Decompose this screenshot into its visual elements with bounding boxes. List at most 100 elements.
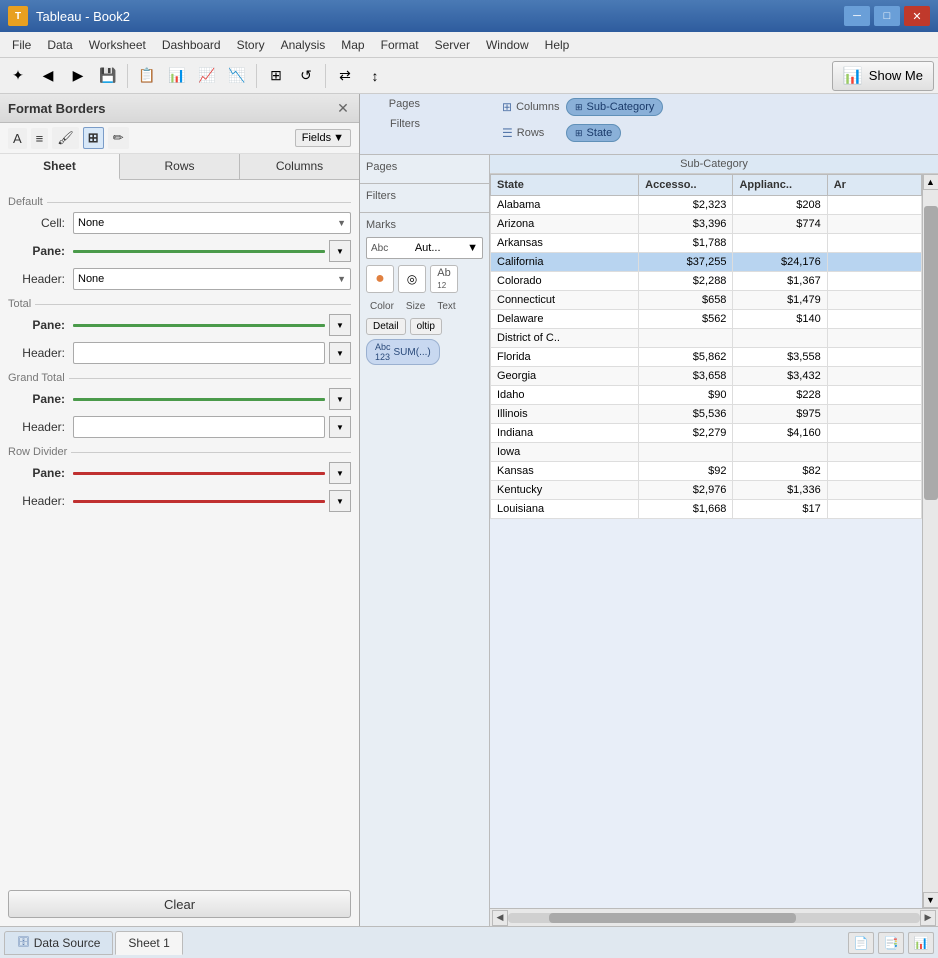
scroll-down-arrow[interactable]: ▼ xyxy=(923,892,938,908)
marks-text-btn[interactable]: Ab12 xyxy=(430,265,458,293)
row-divider-pane-control: ▼ xyxy=(73,462,351,484)
table-scroll[interactable]: State Accesso.. Applianc.. Ar Alabama$2,… xyxy=(490,174,922,908)
toolbar-chart1[interactable]: 📊 xyxy=(163,62,191,90)
minimize-button[interactable]: ─ xyxy=(844,6,870,26)
default-header-dropdown[interactable]: None ▼ xyxy=(73,268,351,290)
menu-analysis[interactable]: Analysis xyxy=(273,36,334,54)
scroll-right-arrow[interactable]: ▶ xyxy=(920,910,936,926)
toolbar-refresh[interactable]: ↺ xyxy=(292,62,320,90)
toolbar-save[interactable]: 💾 xyxy=(94,62,122,90)
table-row: Georgia$3,658$3,432 xyxy=(491,367,922,386)
format-lines-btn[interactable]: ✏ xyxy=(108,127,129,149)
marks-color-btn[interactable]: ● xyxy=(366,265,394,293)
format-font-btn[interactable]: A xyxy=(8,128,27,149)
menu-data[interactable]: Data xyxy=(39,36,80,54)
scroll-thumb[interactable] xyxy=(924,206,938,500)
filters-panel-title: Filters xyxy=(366,190,483,202)
menu-server[interactable]: Server xyxy=(427,36,478,54)
marks-dropdown-arrow-icon: ▼ xyxy=(467,242,478,254)
format-shading-btn[interactable]: 🖌 xyxy=(52,127,79,149)
menu-worksheet[interactable]: Worksheet xyxy=(81,36,154,54)
dropdown-arrow-icon: ▼ xyxy=(337,218,346,228)
total-section-label: Total xyxy=(8,298,351,310)
toolbar-chart3[interactable]: 📉 xyxy=(223,62,251,90)
toolbar-chart2[interactable]: 📈 xyxy=(193,62,221,90)
fields-dropdown[interactable]: Fields ▼ xyxy=(295,129,351,147)
toolbar-back[interactable]: ◀ xyxy=(34,62,62,90)
cell-ar xyxy=(827,291,921,310)
default-cell-dropdown[interactable]: None ▼ xyxy=(73,212,351,234)
cell-appliances: $1,367 xyxy=(733,272,827,291)
duplicate-sheet-button[interactable]: 📑 xyxy=(878,932,904,954)
close-button[interactable]: ✕ xyxy=(904,6,930,26)
menu-map[interactable]: Map xyxy=(333,36,372,54)
h-scroll-thumb[interactable] xyxy=(549,913,796,923)
format-tab-rows[interactable]: Rows xyxy=(120,154,240,179)
row-divider-header-picker[interactable]: ▼ xyxy=(329,490,351,512)
menu-format[interactable]: Format xyxy=(373,36,427,54)
row-divider-pane-picker[interactable]: ▼ xyxy=(329,462,351,484)
toolbar-swap[interactable]: ⇄ xyxy=(331,62,359,90)
clear-button[interactable]: Clear xyxy=(8,890,351,918)
default-cell-control: None ▼ xyxy=(73,212,351,234)
marks-title: Marks xyxy=(366,219,483,231)
cell-accessories: $2,976 xyxy=(639,481,733,500)
menu-file[interactable]: File xyxy=(4,36,39,54)
toolbar-new[interactable]: ✦ xyxy=(4,62,32,90)
data-table: State Accesso.. Applianc.. Ar Alabama$2,… xyxy=(490,174,922,519)
grand-total-header-empty xyxy=(73,416,325,438)
new-sheet-button[interactable]: 📄 xyxy=(848,932,874,954)
cell-appliances: $3,432 xyxy=(733,367,827,386)
rows-pill[interactable]: ⊞ State xyxy=(566,124,621,142)
total-pane-label: Pane: xyxy=(8,318,73,332)
format-toolbar: A ≡ 🖌 ⊞ ✏ Fields ▼ xyxy=(0,123,359,154)
toolbar-sort[interactable]: ↕ xyxy=(361,62,389,90)
default-pane-picker[interactable]: ▼ xyxy=(329,240,351,262)
marks-type-dropdown[interactable]: Abc Aut... ▼ xyxy=(366,237,483,259)
format-align-btn[interactable]: ≡ xyxy=(31,128,49,149)
scroll-up-arrow[interactable]: ▲ xyxy=(923,174,938,190)
total-header-picker[interactable]: ▼ xyxy=(329,342,351,364)
cell-appliances: $140 xyxy=(733,310,827,329)
menu-dashboard[interactable]: Dashboard xyxy=(154,36,229,54)
row-divider-header-control: ▼ xyxy=(73,490,351,512)
horizontal-scrollbar[interactable] xyxy=(508,913,920,923)
vertical-scrollbar[interactable]: ▲ ▼ xyxy=(922,174,938,908)
status-icons: 📄 📑 📊 xyxy=(848,932,934,954)
format-border-btn[interactable]: ⊞ xyxy=(83,127,104,149)
toolbar-forward[interactable]: ▶ xyxy=(64,62,92,90)
total-pane-picker[interactable]: ▼ xyxy=(329,314,351,336)
columns-pill[interactable]: ⊞ Sub-Category xyxy=(566,98,663,116)
cell-accessories: $658 xyxy=(639,291,733,310)
toolbar-connect[interactable]: ⊞ xyxy=(262,62,290,90)
cell-ar xyxy=(827,367,921,386)
menu-window[interactable]: Window xyxy=(478,36,537,54)
marks-tooltip-button[interactable]: oltip xyxy=(410,318,442,335)
format-tab-sheet[interactable]: Sheet xyxy=(0,154,120,180)
format-panel-close-button[interactable]: ✕ xyxy=(335,100,351,116)
format-tab-columns[interactable]: Columns xyxy=(240,154,359,179)
cell-appliances: $4,160 xyxy=(733,424,827,443)
toolbar-copy[interactable]: 📋 xyxy=(133,62,161,90)
menu-help[interactable]: Help xyxy=(537,36,578,54)
status-tab-datasource[interactable]: 🗄 Data Source xyxy=(4,931,113,955)
maximize-button[interactable]: □ xyxy=(874,6,900,26)
show-me-button[interactable]: 📊 Show Me xyxy=(832,61,934,91)
datasource-label: Data Source xyxy=(34,936,101,950)
menu-story[interactable]: Story xyxy=(229,36,273,54)
grand-total-header-picker[interactable]: ▼ xyxy=(329,416,351,438)
col-header-app: Applianc.. xyxy=(733,175,827,196)
grand-total-pane-picker[interactable]: ▼ xyxy=(329,388,351,410)
marks-detail-button[interactable]: Detail xyxy=(366,318,406,335)
status-tab-sheet1[interactable]: Sheet 1 xyxy=(115,931,182,955)
grand-total-section-label: Grand Total xyxy=(8,372,351,384)
marks-sum-pill[interactable]: Abc123 SUM(...) xyxy=(366,339,440,365)
workspace-body: Pages Filters Marks Abc Aut... ▼ ● xyxy=(360,155,938,926)
cell-accessories: $37,255 xyxy=(639,253,733,272)
color-circle-icon: ● xyxy=(375,270,385,288)
marks-size-btn[interactable]: ◎ xyxy=(398,265,426,293)
scroll-left-arrow[interactable]: ◀ xyxy=(492,910,508,926)
new-dashboard-button[interactable]: 📊 xyxy=(908,932,934,954)
size-icon: ◎ xyxy=(407,272,417,286)
workspace: Pages Filters ⊞ Columns ⊞ xyxy=(360,94,938,926)
